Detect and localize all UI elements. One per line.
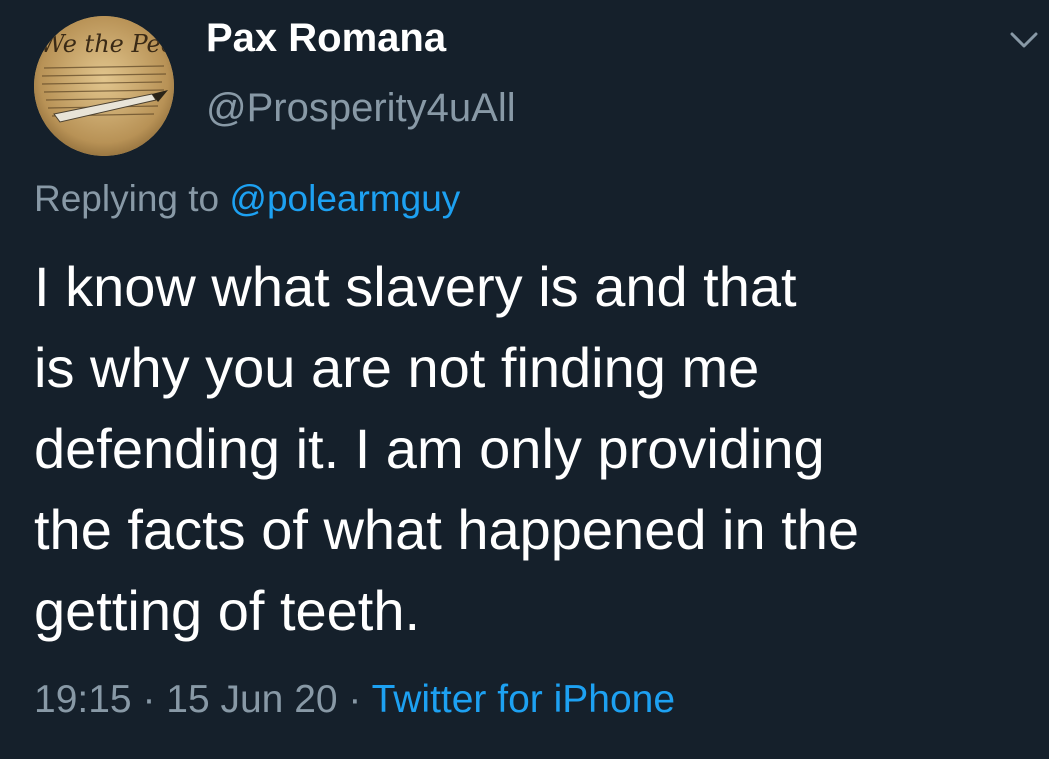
avatar[interactable]: We the Peo: [34, 16, 174, 156]
tweet-time[interactable]: 19:15: [34, 678, 132, 721]
tweet-date[interactable]: 15 Jun 20: [166, 678, 337, 721]
meta-separator: ·: [131, 678, 167, 721]
avatar-image: We the Peo: [34, 16, 174, 156]
tweet-text-line: the facts of what happened in the: [34, 498, 860, 561]
tweet-text-line: defending it. I am only providing: [34, 417, 825, 480]
replying-to-label: Replying to: [34, 178, 230, 219]
tweet-text-line: getting of teeth.: [34, 579, 421, 642]
reply-mention-link[interactable]: @polearmguy: [229, 178, 460, 219]
tweet: We the Peo Pax Romana @Prosperity4uAll R…: [0, 0, 1049, 759]
tweet-text-line: is why you are not finding me: [34, 336, 760, 399]
tweet-text-line: I know what slavery is and that: [34, 255, 797, 318]
chevron-down-icon[interactable]: [1004, 22, 1044, 58]
avatar-script-text: We the Peo: [40, 30, 174, 58]
replying-to: Replying to @polearmguy: [34, 176, 460, 222]
meta-separator: ·: [337, 678, 372, 721]
tweet-source-link[interactable]: Twitter for iPhone: [372, 678, 675, 721]
display-name[interactable]: Pax Romana: [206, 14, 446, 62]
tweet-meta: 19:15 · 15 Jun 20 · Twitter for iPhone: [34, 676, 675, 724]
tweet-text: I know what slavery is and that is why y…: [34, 246, 1034, 651]
user-handle[interactable]: @Prosperity4uAll: [206, 84, 516, 132]
